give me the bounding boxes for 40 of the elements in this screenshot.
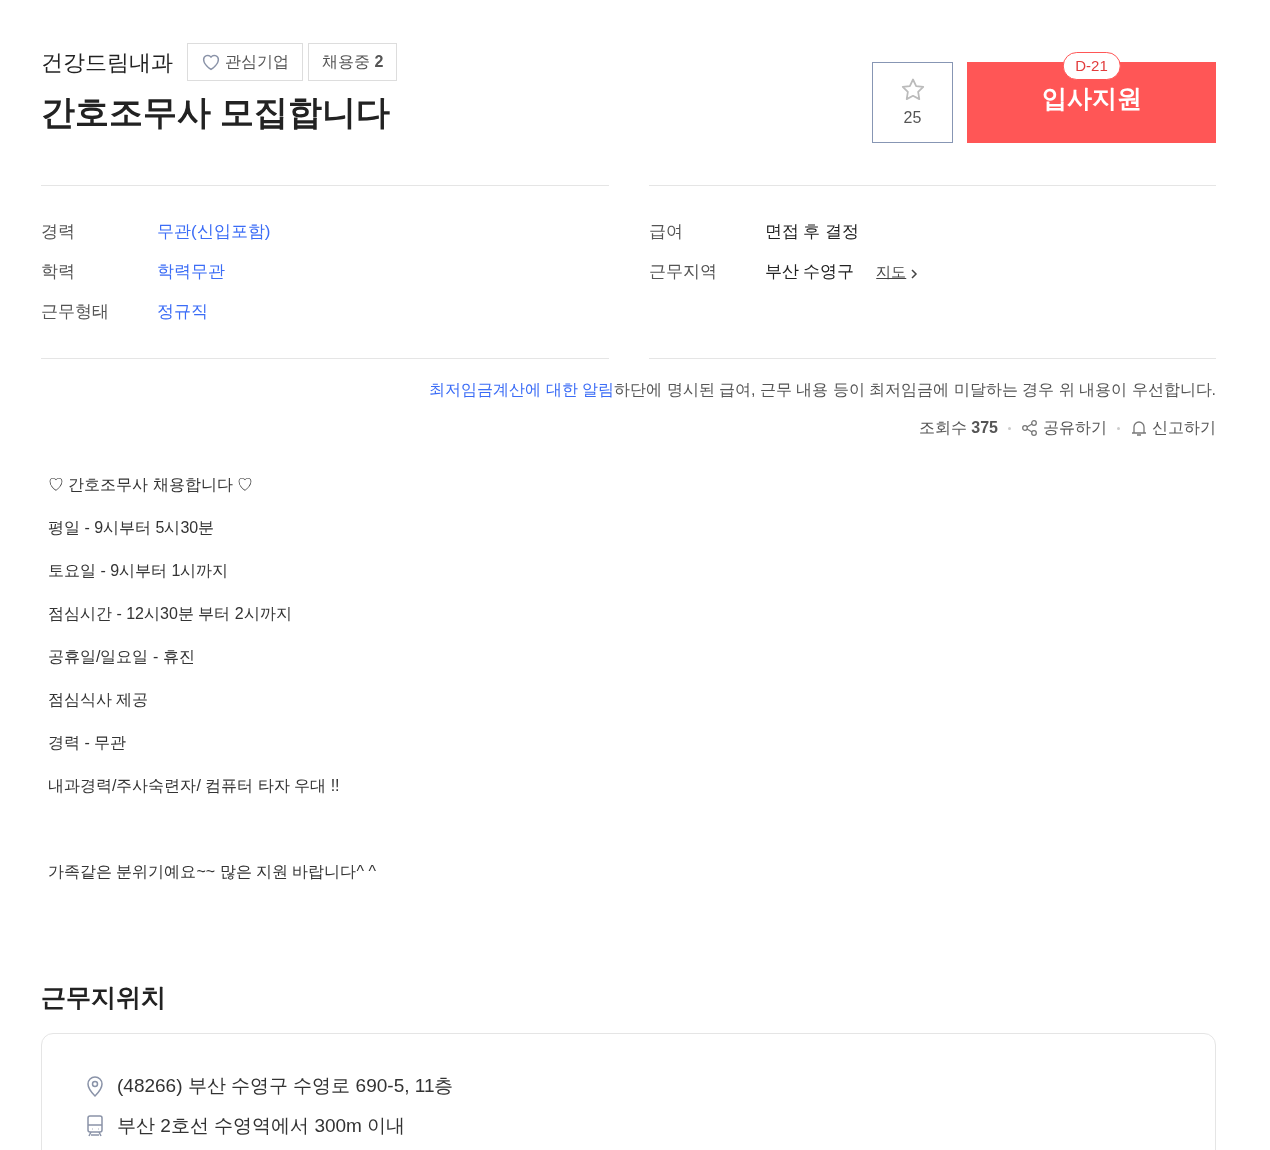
map-link[interactable]: 지도	[876, 260, 919, 284]
share-icon	[1021, 419, 1039, 437]
bell-icon	[1130, 419, 1148, 437]
section-title: 근무지위치	[41, 982, 167, 1013]
report-button[interactable]: 신고하기	[1130, 416, 1216, 440]
address-text: (48266) 부산 수영구 수영로 690-5, 11층	[117, 1073, 454, 1098]
field-label: 근무지역	[648, 261, 718, 284]
description-line: 평일 - 9시부터 5시30분	[48, 518, 216, 538]
field-label: 경력	[41, 221, 76, 244]
bookmark-button[interactable]: 25	[872, 62, 953, 143]
hiring-badge[interactable]: 채용중 2	[308, 43, 398, 81]
notice-link[interactable]: 최저임금계산에 대한 알림	[429, 381, 615, 398]
station-text: 부산 2호선 수영역에서 300m 이내	[117, 1114, 406, 1138]
train-icon	[85, 1114, 105, 1139]
job-title: 간호조무사 모집합니다	[41, 92, 392, 133]
heart-icon	[201, 53, 221, 71]
description-line: 토요일 - 9시부터 1시까지	[48, 561, 230, 581]
field-value-link[interactable]: 정규직	[157, 299, 208, 325]
field-label: 근무형태	[41, 301, 110, 324]
description-line: 경력 - 무관	[48, 733, 128, 753]
description-line: ♡ 간호조무사 채용합니다 ♡	[48, 475, 255, 495]
field-value-link[interactable]: 무관(신입포함)	[157, 219, 271, 245]
location-pin-icon	[85, 1073, 105, 1098]
field-value: 면접 후 결정	[764, 221, 859, 244]
description-line: 점심식사 제공	[48, 690, 150, 710]
deadline-badge: D-21	[1062, 52, 1121, 80]
view-count: 조회수 375	[918, 418, 998, 438]
description-line: 점심시간 - 12시30분 부터 2시까지	[48, 604, 293, 624]
description-line: 가족같은 분위기예요~~ 많은 지원 바랍니다^ ^	[48, 862, 377, 882]
company-name[interactable]: 건강드림내과	[41, 45, 173, 79]
field-value: 부산 수영구	[764, 261, 855, 284]
field-label: 급여	[648, 221, 684, 244]
minimum-wage-notice: 최저임금계산에 대한 알림하단에 명시된 급여, 근무 내용 등이 최저임금에 미달하는 경우 위 내용이 우선합니다.	[428, 380, 1216, 400]
field-label: 학력	[41, 261, 76, 284]
share-button[interactable]: 공유하기	[1021, 416, 1107, 440]
description-line: 공휴일/일요일 - 휴진	[48, 647, 196, 667]
follow-button[interactable]: 관심기업	[187, 43, 303, 81]
field-value-link[interactable]: 학력무관	[157, 259, 225, 285]
chevron-right-icon	[910, 269, 919, 279]
description-line: 내과경력/주사숙련자/ 컴퓨터 타자 우대 !!	[48, 776, 341, 796]
